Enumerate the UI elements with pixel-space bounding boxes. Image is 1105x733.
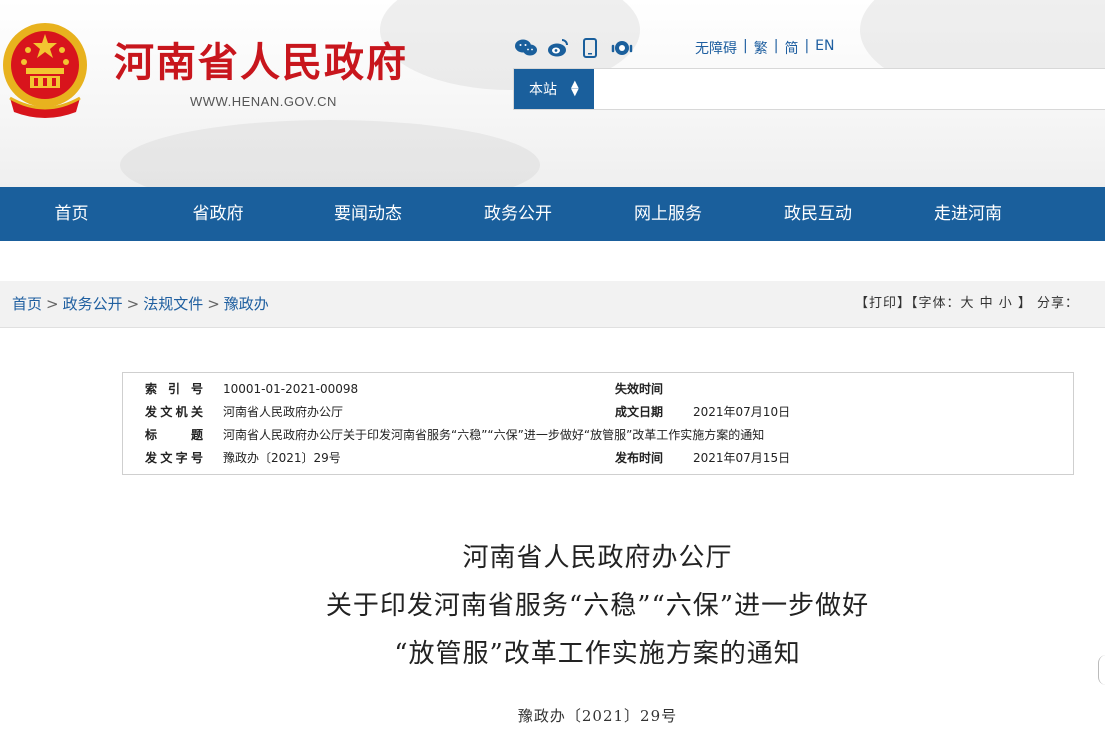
search-bar: 本站 ▲ ▼ [513,68,1105,110]
nav-news[interactable]: 要闻动态 [293,187,443,241]
breadcrumb-separator: > [207,295,220,313]
expiry-label: 失效时间 [615,382,664,396]
english-link[interactable]: EN [815,38,834,58]
search-scope-label: 本站 [529,82,557,98]
index-label: 索 引 号 [145,382,203,396]
top-links: 无障碍 | 繁 | 简 | EN [695,38,834,58]
nav-online-services[interactable]: 网上服务 [593,187,743,241]
document-title-line: 河南省人民政府办公厅 [462,543,733,573]
traditional-chinese-link[interactable]: 繁 [754,38,768,58]
document-title: 河南省人民政府办公厅 关于印发河南省服务“六稳”“六保”进一步做好 “放管服”改… [0,534,1105,678]
social-links [515,37,633,59]
breadcrumb: 首页 > 政务公开 > 法规文件 > 豫政办 [12,281,269,327]
link-separator: | [773,38,779,54]
national-emblem-logo[interactable] [0,20,90,120]
breadcrumb-separator: > [126,295,140,313]
breadcrumb-government-affairs[interactable]: 政务公开 [63,295,123,313]
title-label: 标 题 [145,428,203,442]
index-value: 10001-01-2021-00098 [223,382,359,396]
main-nav: 首页 省政府 要闻动态 政务公开 网上服务 政民互动 走进河南 专 [0,187,1105,241]
nav-about-henan[interactable]: 走进河南 [893,187,1043,241]
doc-number-value: 豫政办〔2021〕29号 [223,451,341,465]
header-cloud-decoration [120,120,540,187]
breadcrumb-bar: 首页 > 政务公开 > 法规文件 > 豫政办 【打印】【字体：大 中 小 】 分享： [0,281,1105,328]
nav-provincial-government[interactable]: 省政府 [143,187,293,241]
issuer-label: 发文机关 [145,405,203,419]
sort-arrows-icon: ▲ ▼ [571,79,579,98]
weibo-icon[interactable] [547,37,569,59]
link-separator: | [804,38,810,54]
title-value: 河南省人民政府办公厅关于印发河南省服务“六稳”“六保”进一步做好“放管服”改革工… [223,428,765,442]
app-icon[interactable] [611,37,633,59]
site-header: 河南省人民政府 WWW.HENAN.GOV.CN 无障碍 | 繁 | 简 | EN 本… [0,0,1105,187]
info-row: 标 题 河南省人民政府办公厅关于印发河南省服务“六稳”“六保”进一步做好“放管服… [123,424,1073,447]
nav-home[interactable]: 首页 [0,187,143,241]
document-number: 豫政办〔2021〕29号 [517,707,678,725]
nav-interaction[interactable]: 政民互动 [743,187,893,241]
document-info-table: 索 引 号 10001-01-2021-00098 失效时间 发文机关 河南省人… [122,372,1074,475]
page-tools[interactable]: 【打印】【字体：大 中 小 】 分享： [855,281,1079,327]
breadcrumb-yuzhengban[interactable]: 豫政办 [224,295,269,313]
document-title-line: “放管服”改革工作实施方案的通知 [394,639,801,669]
mobile-icon[interactable] [579,37,601,59]
nav-special[interactable]: 专 [1043,187,1105,241]
accessibility-link[interactable]: 无障碍 [695,38,737,58]
doc-number-label: 发文字号 [145,451,203,465]
publish-date-label: 发布时间 [615,451,664,465]
wechat-icon[interactable] [515,37,537,59]
search-input[interactable] [596,71,1105,109]
simplified-chinese-link[interactable]: 简 [784,38,798,58]
site-url: WWW.HENAN.GOV.CN [190,94,337,109]
floating-widget-edge[interactable] [1098,655,1105,685]
nav-government-affairs[interactable]: 政务公开 [443,187,593,241]
publish-date-value: 2021年07月15日 [693,451,791,465]
breadcrumb-regulations[interactable]: 法规文件 [143,295,203,313]
info-row: 发文字号 豫政办〔2021〕29号 发布时间 2021年07月15日 [123,447,1073,470]
document-title-line: 关于印发河南省服务“六稳”“六保”进一步做好 [325,591,870,621]
link-separator: | [743,38,748,54]
site-title[interactable]: 河南省人民政府 [114,38,408,88]
written-date-value: 2021年07月10日 [693,405,791,419]
breadcrumb-separator: > [46,295,59,313]
issuer-value: 河南省人民政府办公厅 [223,405,344,419]
info-row: 索 引 号 10001-01-2021-00098 失效时间 [123,378,1073,401]
info-row: 发文机关 河南省人民政府办公厅 成文日期 2021年07月10日 [123,401,1073,424]
written-date-label: 成文日期 [615,405,664,419]
breadcrumb-home[interactable]: 首页 [12,295,42,313]
search-scope-select[interactable]: 本站 ▲ ▼ [514,69,594,109]
